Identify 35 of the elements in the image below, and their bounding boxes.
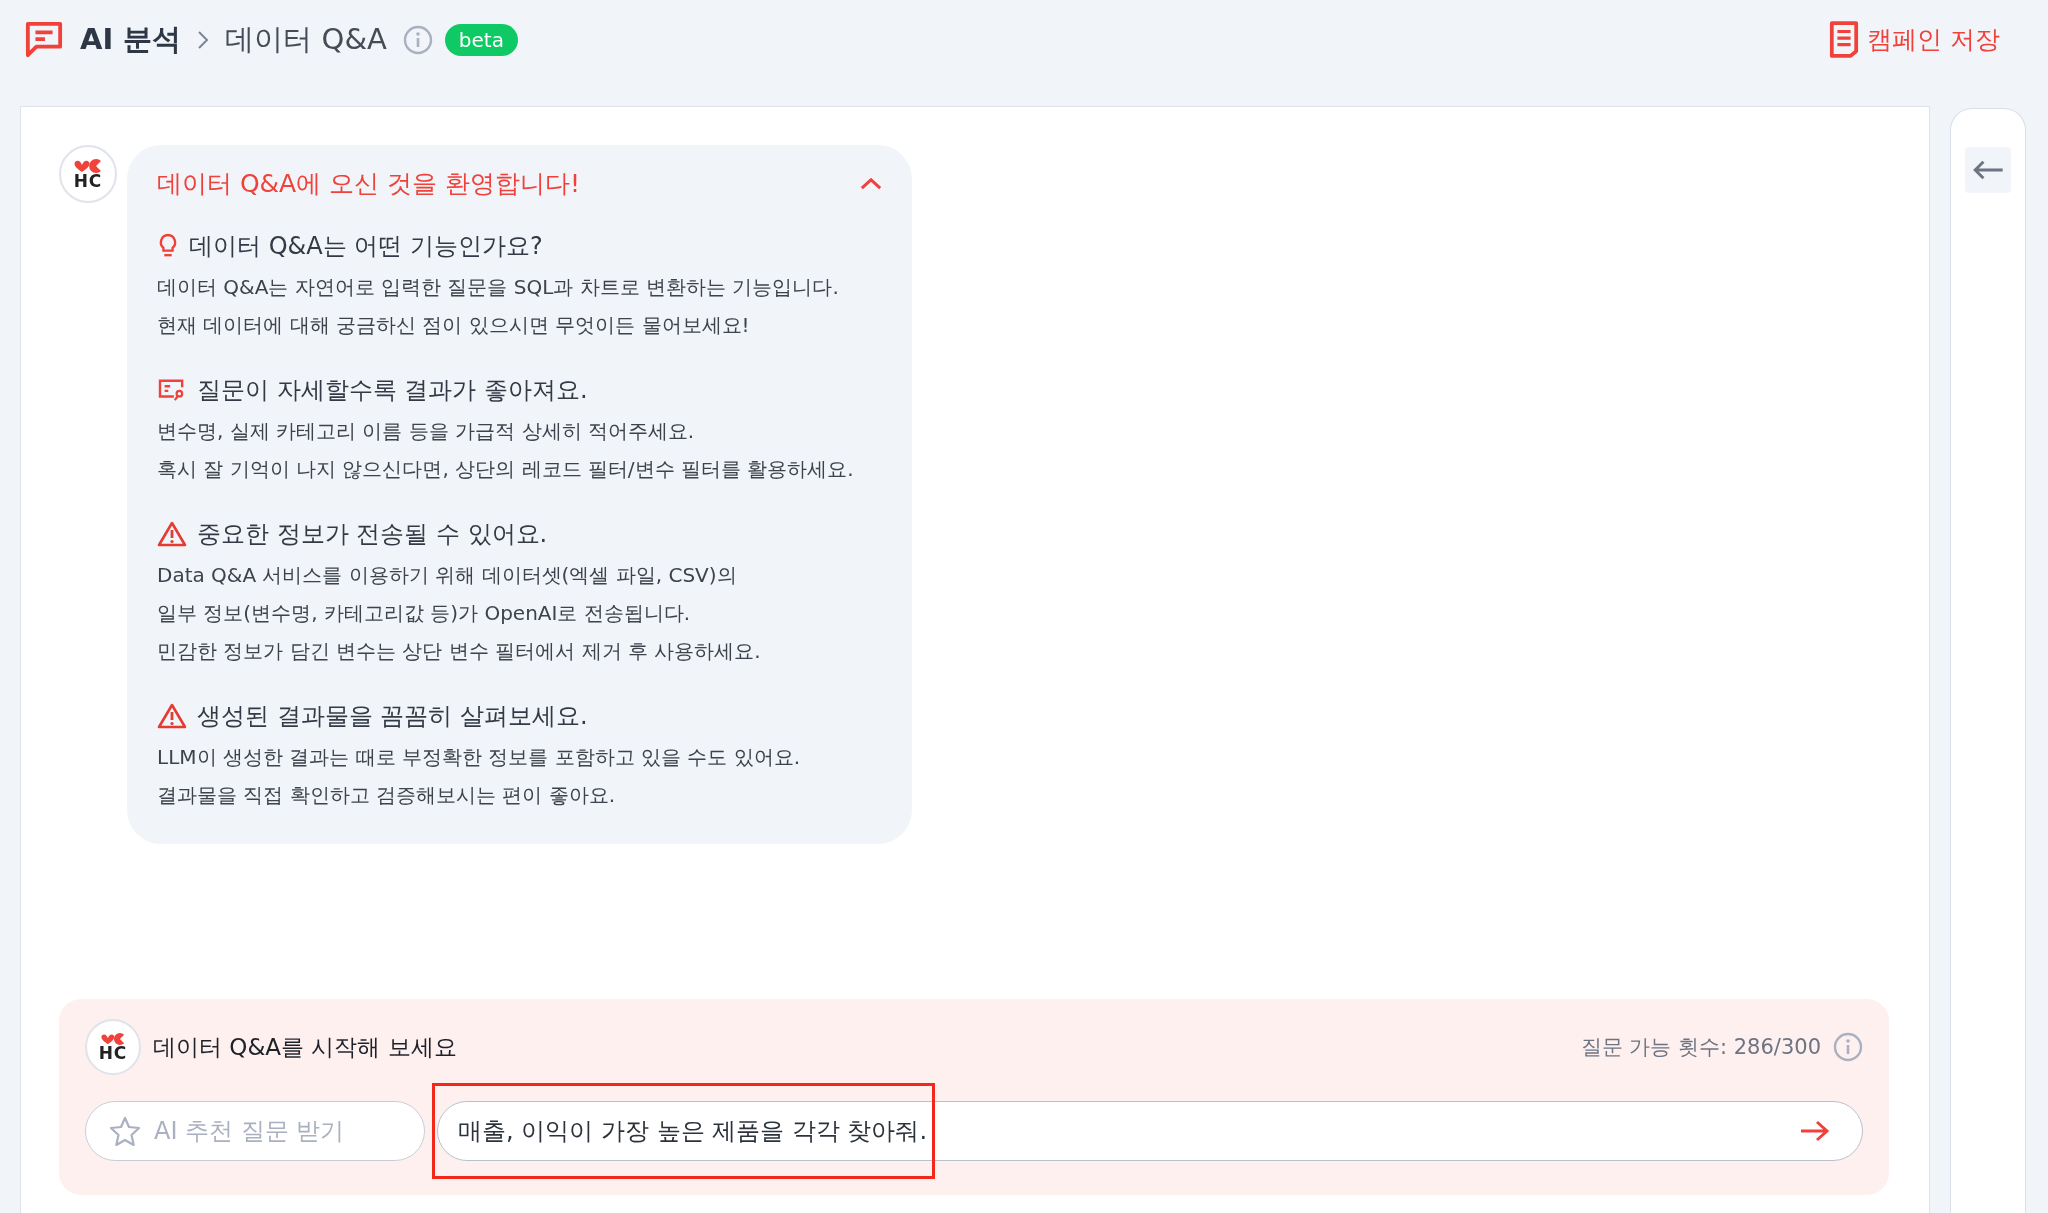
avatar: HC [85, 1019, 141, 1075]
section-heading: 중요한 정보가 전송될 수 있어요. [197, 519, 548, 550]
section-text: 혹시 잘 기억이 나지 않으신다면, 상단의 레코드 필터/변수 필터를 활용하세요. [157, 456, 855, 483]
lightbulb-icon [157, 233, 179, 259]
composer-title: 데이터 Q&A를 시작해 보세요 [153, 1032, 458, 1062]
question-input[interactable]: 매출, 이익이 가장 높은 제품을 각각 찾아줘. [437, 1101, 1863, 1161]
section-heading: 데이터 Q&A는 어떤 기능인가요? [189, 231, 543, 262]
info-icon[interactable] [1833, 1032, 1863, 1062]
section-heading: 생성된 결과물을 꼼꼼히 살펴보세요. [197, 701, 588, 732]
section-text: 변수명, 실제 카테고리 이름 등을 가급적 상세히 적어주세요. [157, 418, 696, 445]
warning-icon [157, 521, 187, 547]
chevron-right-icon [197, 30, 210, 50]
breadcrumb-item[interactable]: AI 분석 [80, 20, 182, 60]
info-icon[interactable] [402, 25, 433, 55]
avatar: HC [59, 145, 117, 203]
chevron-icon[interactable] [860, 177, 882, 190]
back-button[interactable] [1965, 147, 2011, 193]
section-heading: 질문이 자세할수록 결과가 좋아져요. [197, 375, 588, 406]
section-text: 데이터 Q&A는 자연어로 입력한 질문을 SQL과 차트로 변환하는 기능입니다. [157, 274, 840, 301]
back-arrow-icon [1971, 159, 2005, 181]
quota-text: 질문 가능 횟수: 286/300 [1580, 1034, 1821, 1061]
beta-badge: beta [444, 24, 518, 56]
section-text: Data Q&A 서비스를 이용하기 위해 데이터셋(엑셀 파일, CSV)의 [157, 562, 738, 589]
breadcrumb-item: 데이터 Q&A [225, 21, 387, 58]
section-text: 결과물을 직접 확인하고 검증해보시는 편이 좋아요. [157, 782, 617, 809]
welcome-title: 데이터 Q&A에 오신 것을 환영합니다! [157, 168, 581, 200]
warning-icon [157, 703, 187, 729]
section-text: 일부 정보(변수명, 카테고리값 등)가 OpenAI로 전송됩니다. [157, 600, 692, 627]
document-icon [1829, 20, 1860, 58]
section-text: 민감한 정보가 담긴 변수는 상단 변수 필터에서 제거 후 사용하세요. [157, 638, 762, 665]
send-arrow-icon[interactable] [1799, 1119, 1831, 1143]
section-text: LLM이 생성한 결과는 때로 부정확한 정보를 포함하고 있을 수도 있어요. [157, 744, 802, 771]
chat-icon [24, 21, 64, 59]
section-text: 현재 데이터에 대해 궁금하신 점이 있으시면 무엇이든 물어보세요! [157, 312, 751, 339]
star-icon [110, 1116, 140, 1146]
